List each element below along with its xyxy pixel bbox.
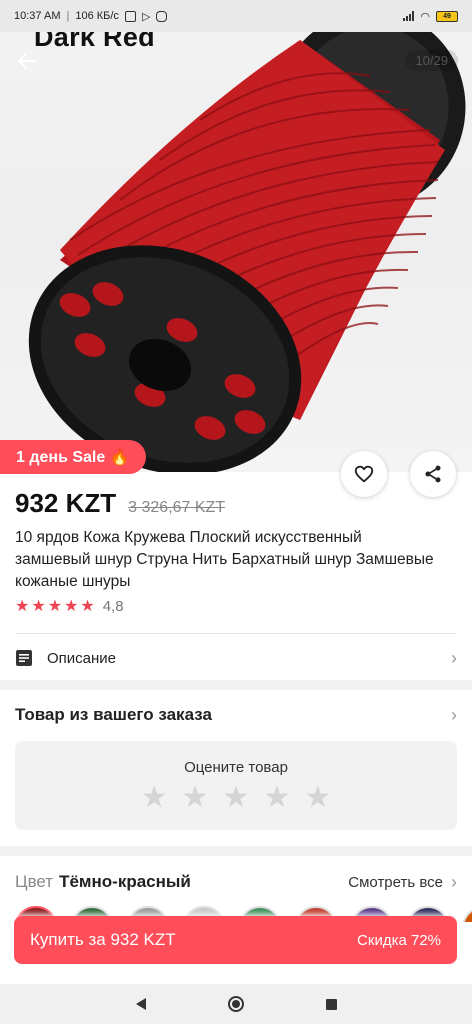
document-icon [16,650,32,666]
image-counter: 10/29 [405,50,458,71]
color-row[interactable]: Цвет Тёмно-красный Смотреть все › [15,868,457,896]
rate-product-card: Оцените товар ★ ★ ★ ★ ★ [15,741,457,830]
share-icon [425,465,441,483]
rate-product-label: Оцените товар [184,759,288,776]
status-network-speed: 106 КБ/с [75,10,119,22]
instagram-icon [156,10,168,22]
description-label: Описание [47,649,117,667]
rating-star-icon: ★ [64,597,79,615]
order-section-header[interactable]: Товар из вашего заказа › [15,700,457,730]
rate-star-icon[interactable]: ★ [304,783,331,813]
rate-star-icon[interactable]: ★ [263,783,290,813]
spool-photo [28,10,466,472]
status-separator: | [66,10,70,22]
rate-stars[interactable]: ★ ★ ★ ★ ★ [15,783,457,813]
color-swatch[interactable] [462,906,472,922]
rating-star-icon: ★ [31,597,46,615]
rate-star-icon[interactable]: ★ [223,783,250,813]
rating-value: 4,8 [102,598,124,615]
discount-label: Скидка 72% [357,931,441,949]
rating-star-icon: ★ [80,597,95,615]
color-label: Цвет [15,872,54,891]
see-all-link[interactable]: Смотреть все [348,874,443,891]
current-price: 932 KZT [15,488,117,518]
chevron-right-icon: › [451,704,457,725]
play-icon: ▷ [141,10,151,23]
share-button[interactable] [410,451,456,497]
old-price: 3 326,67 KZT [128,499,226,516]
sale-badge: 1 день Sale 🔥 [0,440,146,474]
rate-star-icon[interactable]: ★ [182,783,209,813]
wifi-icon: ◠ [420,10,430,23]
section-separator [0,680,472,690]
status-time: 10:37 AM [14,10,61,22]
description-row[interactable]: Описание › [15,642,457,674]
status-bar: 10:37 AM | 106 КБ/с ▷ ◠ 49 [0,0,472,32]
product-image[interactable]: Dark Red 10/29 [0,0,472,472]
product-title: 10 ярдов Кожа Кружева Плоский искусствен… [15,529,434,590]
arrow-left-icon [17,52,37,70]
notification-icon [124,10,136,22]
favorite-button[interactable] [341,451,387,497]
section-separator [0,846,472,856]
order-section-title: Товар из вашего заказа [15,705,212,724]
rating-star-icon: ★ [47,597,63,615]
color-value: Тёмно-красный [59,872,191,891]
chevron-right-icon: › [451,871,457,892]
price-row: 932 KZT 3 326,67 KZT [15,488,225,519]
rating-star-icon: ★ [15,597,30,615]
heart-icon [354,465,374,483]
divider [15,633,457,634]
rate-star-icon[interactable]: ★ [141,783,168,813]
battery-icon: 49 [436,10,458,22]
nav-home-icon[interactable] [227,996,244,1012]
chevron-right-icon: › [451,647,457,668]
system-nav-bar [0,984,472,1024]
buy-button[interactable]: Купить за 932 KZT Скидка 72% [14,916,457,964]
nav-back-icon[interactable] [135,998,146,1010]
bottom-spacer [0,964,472,984]
buy-button-label: Купить за 932 KZT [30,930,176,949]
back-button[interactable] [14,48,40,74]
signal-icon [403,11,415,21]
nav-recents-icon[interactable] [325,998,337,1010]
rating-row[interactable]: ★ ★ ★ ★ ★ 4,8 [15,598,124,615]
